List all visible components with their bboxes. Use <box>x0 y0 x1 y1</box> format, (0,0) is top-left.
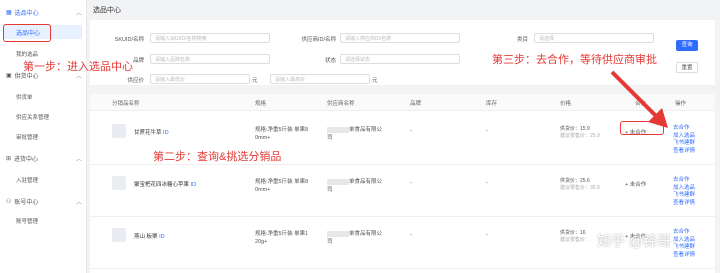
column-header: 操作 <box>675 101 687 107</box>
add-selection-link[interactable]: 加入选品 <box>673 185 695 193</box>
column-header: 库存 <box>486 101 498 107</box>
price-label: 供应价 <box>127 78 144 84</box>
cooperate-link[interactable]: 去合作 <box>673 125 695 133</box>
sku-label: SKUID/名称 <box>114 37 144 43</box>
column-header: 品牌 <box>410 101 422 107</box>
status-label: 状态 <box>324 58 336 64</box>
row-actions: 去合作 加入选品 飞书建群 查看详情 <box>673 229 695 259</box>
product-name[interactable]: 燕山 板栗 ID <box>134 232 165 240</box>
sidebar-item-approval[interactable]: 审批管理 <box>16 133 38 141</box>
price-unit-2: 元 <box>372 78 378 84</box>
column-header: 合作 <box>635 101 647 107</box>
chevron-up-icon: ︿ <box>76 157 83 163</box>
sidebar-item-account-manage[interactable]: 账号管理 <box>16 217 38 225</box>
column-header: 分销品名称 <box>112 101 140 107</box>
sidebar-group-account[interactable]: ⚇ 账号中心 ︿ <box>6 197 82 206</box>
product-name[interactable]: 聚宝杷花四冰糖心苹果 ID <box>134 180 196 188</box>
sidebar-item-supply-relations[interactable]: 供应关系管理 <box>16 113 49 121</box>
column-header: 价格 <box>560 101 572 107</box>
annotation-step3: 第三步：去合作，等待供应商审批 <box>492 54 657 66</box>
column-header: 规格 <box>255 101 267 107</box>
brand-value: - <box>410 232 412 238</box>
product-image <box>112 176 126 190</box>
sidebar-group-selection[interactable]: ▦ 选品中心 ︿ <box>6 8 82 17</box>
status-select[interactable]: 请选择状态 <box>340 54 460 64</box>
page-title: 选品中心 <box>93 7 121 14</box>
stock-value: - <box>486 232 488 238</box>
chevron-up-icon: ︿ <box>76 11 83 17</box>
row-actions: 去合作 加入选品 飞书建群 查看详情 <box>673 125 695 155</box>
cooperate-link[interactable]: 去合作 <box>673 177 695 185</box>
brand-value: - <box>410 180 412 186</box>
brand-value: - <box>410 128 412 134</box>
supplier-name: 单食品有限公司 <box>327 126 383 141</box>
table-header: 分销品名称 规格 供应商名称 品牌 库存 价格 合作 操作 <box>90 94 715 111</box>
product-spec: 规格:净重5斤装 单果8 0mm+ <box>255 127 309 141</box>
sidebar-item-supply-order[interactable]: 供货单 <box>16 93 33 101</box>
stock-value: - <box>486 180 488 186</box>
sku-input[interactable]: 请输入SKUID/名称搜索 <box>150 33 270 43</box>
supplier-name: 单食品有限公司 <box>327 230 383 245</box>
sidebar-item-my-selection[interactable]: 我的选品 <box>16 50 38 58</box>
stock-value: - <box>486 128 488 134</box>
category-label: 类目 <box>516 37 528 43</box>
feishu-group-link[interactable]: 飞书建群 <box>673 192 695 200</box>
view-detail-link[interactable]: 查看详情 <box>673 200 695 208</box>
user-icon: ⚇ <box>6 199 12 205</box>
reset-button[interactable]: 重置 <box>676 62 698 73</box>
supplier-label: 供应商ID/名称 <box>301 37 336 43</box>
product-spec: 规格:净重5斤装 单果8 0mm+ <box>255 179 309 193</box>
view-detail-link[interactable]: 查看详情 <box>673 252 695 260</box>
price-unit: 元 <box>252 78 258 84</box>
column-header: 供应商名称 <box>327 101 355 107</box>
annotation-step2: 第二步：查询&挑选分销品 <box>153 151 282 163</box>
highlight-box-step1 <box>3 24 51 42</box>
view-detail-link[interactable]: 查看详情 <box>673 148 695 156</box>
supplier-name: 单食品有限公司 <box>327 178 383 193</box>
category-select[interactable]: 请选择 <box>534 33 654 43</box>
product-spec: 规格:净重5斤装 单果1 20g+ <box>255 231 309 245</box>
highlight-box-step3-status <box>620 121 664 135</box>
chevron-up-icon: ︿ <box>76 200 83 206</box>
cooperate-link[interactable]: 去合作 <box>673 229 695 237</box>
product-image <box>112 124 126 138</box>
price-value: 供货价：16 建议零售价： <box>560 230 591 243</box>
sidebar-group-purchase[interactable]: ⊞ 进货中心 ︿ <box>6 154 82 163</box>
brand-input[interactable]: 请输入品牌名称 <box>150 54 270 64</box>
feishu-group-link[interactable]: 飞书建群 <box>673 244 695 252</box>
sidebar-item-onboarding[interactable]: 入驻管理 <box>16 176 38 184</box>
grid-icon: ▦ <box>6 10 12 16</box>
add-selection-link[interactable]: 加入选品 <box>673 237 695 245</box>
product-image <box>112 228 126 242</box>
cart-icon: ⊞ <box>6 156 12 162</box>
price-min-input[interactable]: 请输入最低价 <box>150 74 250 84</box>
cooperation-status: + 未合作 <box>625 182 647 188</box>
price-value: 供货价：15.9 建议零售价：25.9 <box>560 126 600 139</box>
row-actions: 去合作 加入选品 飞书建群 查看详情 <box>673 177 695 207</box>
add-selection-link[interactable]: 加入选品 <box>673 133 695 141</box>
watermark: 知乎 @锋哥 <box>597 233 672 249</box>
supplier-input[interactable]: 请输入供应商ID/名称 <box>340 33 460 43</box>
price-max-input[interactable]: 请输入最高价 <box>270 74 370 84</box>
search-button[interactable]: 查询 <box>676 40 698 51</box>
table-row: 聚宝杷花四冰糖心苹果 ID 规格:净重5斤装 单果8 0mm+ 单食品有限公司 -… <box>90 164 715 217</box>
price-value: 供货价：25.6 建议零售价：35.6 <box>560 178 600 191</box>
product-name[interactable]: 甘蔗花牛草 ID <box>134 128 169 136</box>
feishu-group-link[interactable]: 飞书建群 <box>673 140 695 148</box>
annotation-step1: 第一步：进入选品中心 <box>23 61 133 73</box>
box-icon: ▣ <box>6 73 12 79</box>
